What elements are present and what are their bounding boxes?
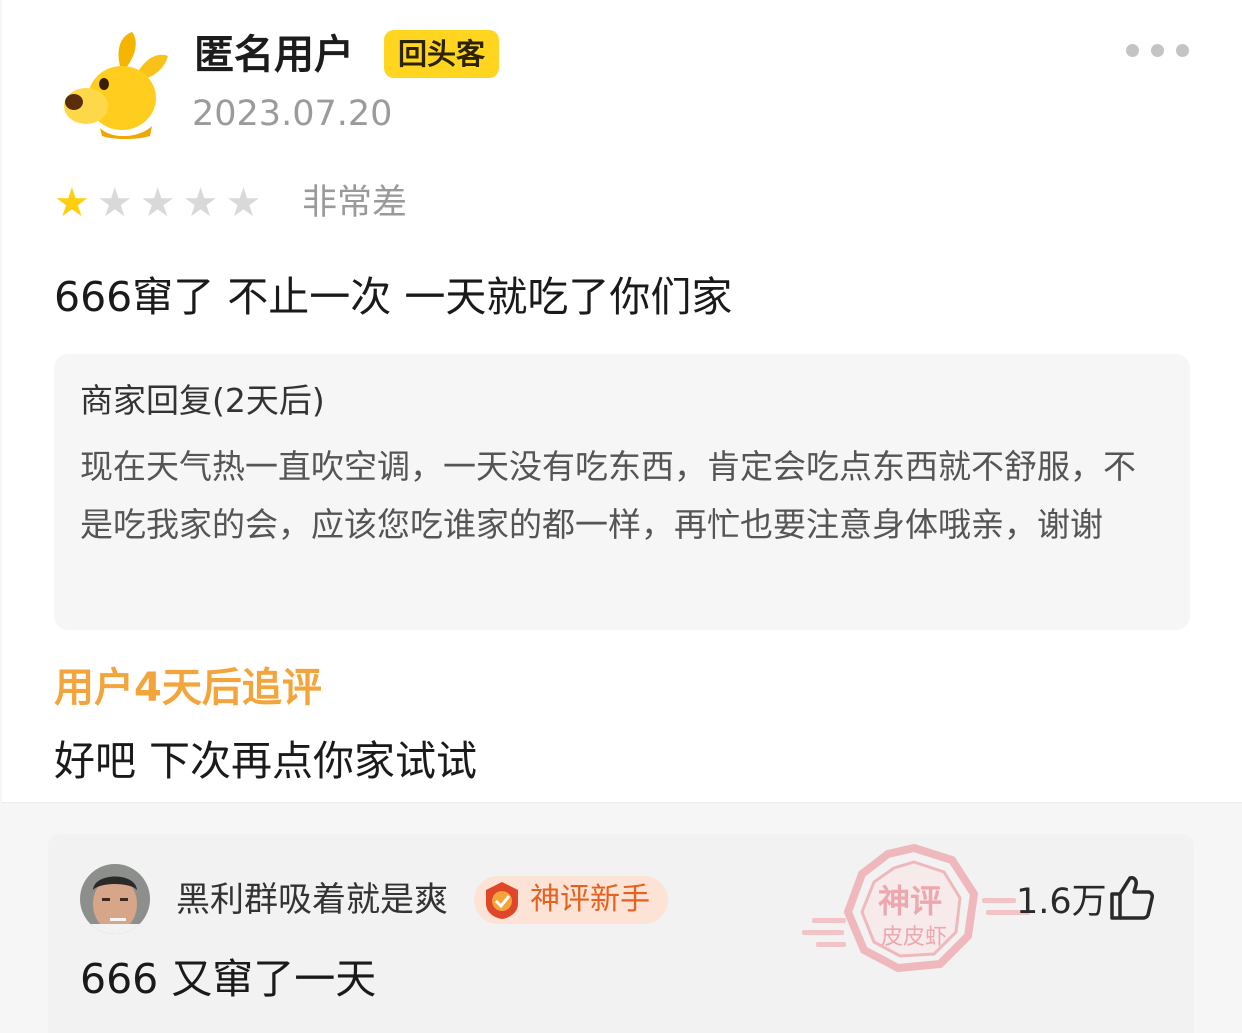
comment-text: 666 又窜了一天 <box>80 955 377 1003</box>
star-icon-empty: ★ <box>139 180 176 226</box>
more-dot <box>1151 44 1164 57</box>
commenter-name[interactable]: 黑利群吸着就是爽 <box>176 878 448 922</box>
dog-avatar-icon[interactable] <box>60 28 170 140</box>
stamp-bottom-text: 皮皮虾 <box>881 925 947 950</box>
review-date: 2023.07.20 <box>192 94 393 134</box>
star-icon-empty: ★ <box>182 180 219 226</box>
star-rating: ★ ★ ★ ★ ★ <box>54 180 261 226</box>
star-icon-empty: ★ <box>225 180 262 226</box>
thumbs-up-icon[interactable] <box>1108 874 1154 922</box>
top-comment: 黑利群吸着就是爽 神评新手 神评 皮皮虾 1.6万 666 又窜了一天 <box>48 834 1194 1033</box>
star-icon-filled: ★ <box>54 180 90 226</box>
more-dot <box>1176 44 1189 57</box>
returning-customer-badge: 回头客 <box>384 30 500 78</box>
merchant-reply-text: 现在天气热一直吹空调，一天没有吃东西，肯定会吃点东西就不舒服，不是吃我家的会，应… <box>80 447 1136 544</box>
commenter-badge-label: 神评新手 <box>530 882 650 917</box>
medal-icon <box>486 882 518 919</box>
followup-text: 好吧 下次再点你家试试 <box>54 737 478 785</box>
username[interactable]: 匿名用户 <box>194 30 354 80</box>
more-icon[interactable] <box>1126 44 1189 57</box>
merchant-reply: 商家回复(2天后) 现在天气热一直吹空调，一天没有吃东西，肯定会吃点东西就不舒服… <box>54 354 1190 630</box>
star-icon-empty: ★ <box>96 180 133 226</box>
more-dot <box>1126 44 1139 57</box>
review-text: 666窜了 不止一次 一天就吃了你们家 <box>54 273 733 321</box>
rating-label: 非常差 <box>302 183 408 223</box>
watermark-stamp: 神评 皮皮虾 <box>802 843 1030 973</box>
user-avatar[interactable] <box>80 864 150 934</box>
stamp-top-text: 神评 <box>878 882 942 920</box>
merchant-reply-title: 商家回复(2天后) <box>80 381 325 420</box>
commenter-badge: 神评新手 <box>474 876 668 924</box>
avatar-image <box>80 864 150 934</box>
followup-title: 用户4天后追评 <box>54 665 322 711</box>
review-card: 匿名用户 回头客 2023.07.20 ★ ★ ★ ★ ★ 非常差 666窜了 … <box>2 0 1242 803</box>
like-count: 1.6万 <box>1016 882 1107 922</box>
